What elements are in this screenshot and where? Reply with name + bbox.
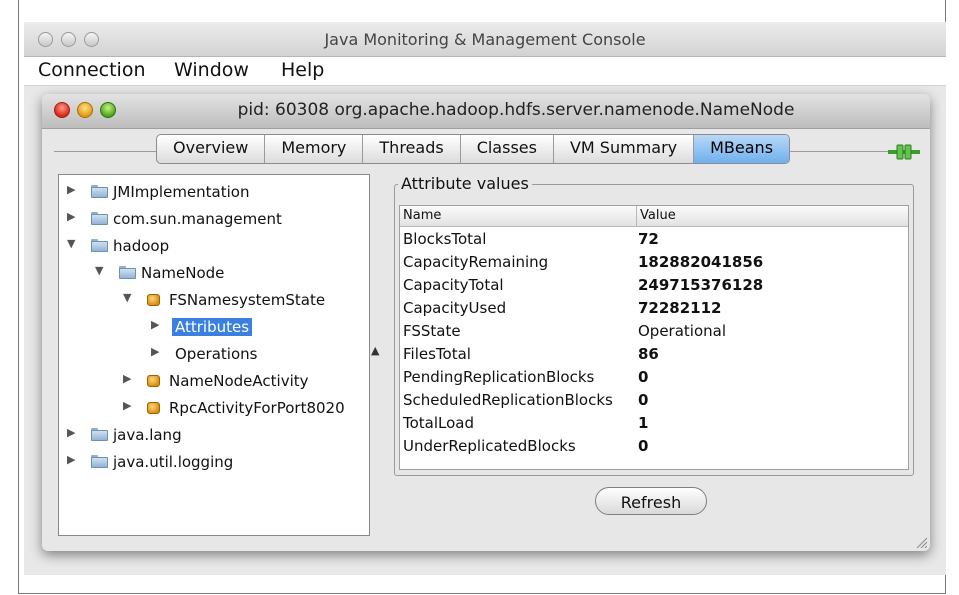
tree-label: Operations [175,345,258,363]
folder-icon [91,455,108,468]
attribute-table-header: Name Value [400,206,908,227]
folder-icon [91,239,108,252]
attribute-value: 0 [638,391,649,409]
attribute-value: 86 [638,345,659,363]
table-row[interactable]: PendingReplicationBlocks 0 [400,366,908,389]
tab-overview[interactable]: Overview [157,135,266,163]
expanded-arrow-icon[interactable]: ▼ [123,291,131,304]
menu-bar: Connection Window Help [24,57,946,86]
menu-help[interactable]: Help [281,59,324,81]
table-row[interactable]: UnderReplicatedBlocks 0 [400,435,908,458]
tab-vm-summary[interactable]: VM Summary [554,135,695,163]
menu-window[interactable]: Window [174,59,249,81]
column-header-name[interactable]: Name [403,208,441,223]
collapsed-arrow-icon[interactable]: ▶ [151,345,159,358]
tab-classes[interactable]: Classes [461,135,554,163]
attribute-values-title: Attribute values [398,174,532,193]
tree-label-selected: Attributes [172,318,253,336]
connection-plug-icon [888,144,920,160]
attribute-name: FSState [403,322,461,340]
attribute-value: 182882041856 [638,253,764,271]
attribute-name: CapacityTotal [403,276,504,294]
attribute-name: PendingReplicationBlocks [403,368,595,386]
attribute-value: 1 [638,414,649,432]
collapsed-arrow-icon[interactable]: ▶ [123,372,131,385]
table-row[interactable]: ScheduledReplicationBlocks 0 [400,389,908,412]
connection-title: pid: 60308 org.apache.hadoop.hdfs.server… [237,100,795,120]
collapsed-arrow-icon[interactable]: ▶ [67,426,75,439]
expanded-arrow-icon[interactable]: ▼ [67,237,75,250]
connection-window: pid: 60308 org.apache.hadoop.hdfs.server… [42,94,930,551]
tree-label: java.lang [113,426,182,444]
tree-label: FSNamesystemState [169,291,326,309]
tab-mbeans[interactable]: MBeans [694,135,790,163]
attribute-name: TotalLoad [403,414,475,432]
column-separator[interactable] [636,206,637,226]
tree-label: java.util.logging [113,453,234,471]
tree-label: JMImplementation [113,183,250,201]
bean-icon [147,402,160,414]
folder-icon [91,212,108,225]
table-row[interactable]: FSState Operational [400,320,908,343]
collapsed-arrow-icon[interactable]: ▶ [151,318,159,331]
folder-icon [119,266,136,279]
tree-label: com.sun.management [113,210,282,228]
attribute-name: BlocksTotal [403,230,487,248]
collapsed-arrow-icon[interactable]: ▶ [67,453,75,466]
tree-label: RpcActivityForPort8020 [169,399,345,417]
connection-title-bar: pid: 60308 org.apache.hadoop.hdfs.server… [42,94,930,129]
column-header-value[interactable]: Value [640,208,676,223]
tab-memory[interactable]: Memory [265,135,364,163]
attribute-name: CapacityRemaining [403,253,549,271]
attribute-name: ScheduledReplicationBlocks [403,391,613,409]
attribute-name: FilesTotal [403,345,471,363]
resize-grip-icon[interactable] [915,536,927,548]
attribute-name: CapacityUsed [403,299,507,317]
tab-threads[interactable]: Threads [363,135,461,163]
attribute-value: 249715376128 [638,276,764,294]
folder-icon [91,185,108,198]
refresh-button[interactable]: Refresh [595,487,707,515]
expanded-arrow-icon[interactable]: ▼ [95,264,103,277]
mbean-tree[interactable]: ▶ JMImplementation ▶ com.sun.management … [58,174,370,536]
attribute-value: 0 [638,368,649,386]
window-title-bar: Java Monitoring & Management Console [24,22,946,57]
bean-icon [147,375,160,387]
menu-connection[interactable]: Connection [38,59,146,81]
table-row[interactable]: CapacityTotal 249715376128 [400,274,908,297]
collapsed-arrow-icon[interactable]: ▶ [67,183,75,196]
attribute-table: Name Value BlocksTotal 72 CapacityRemaini… [399,205,909,470]
collapsed-arrow-icon[interactable]: ▶ [123,399,131,412]
tab-bar: Overview Memory Threads Classes VM Summa… [156,134,791,164]
attribute-value: Operational [638,322,727,340]
table-row[interactable]: BlocksTotal 72 [400,228,908,251]
tree-label: NameNodeActivity [169,372,309,390]
collapsed-arrow-icon[interactable]: ▶ [67,210,75,223]
attribute-value: 72282112 [638,299,722,317]
split-pane-arrow-icon[interactable]: ▲ [371,344,379,357]
window-title: Java Monitoring & Management Console [324,30,646,49]
attribute-value: 72 [638,230,659,248]
attribute-name: UnderReplicatedBlocks [403,437,576,455]
table-row[interactable]: CapacityRemaining 182882041856 [400,251,908,274]
bean-icon [147,294,160,306]
table-row[interactable]: CapacityUsed 72282112 [400,297,908,320]
tree-label: NameNode [141,264,225,282]
table-row[interactable]: TotalLoad 1 [400,412,908,435]
attribute-value: 0 [638,437,649,455]
tree-label: hadoop [113,237,170,255]
folder-icon [91,428,108,441]
table-row[interactable]: FilesTotal 86 [400,343,908,366]
